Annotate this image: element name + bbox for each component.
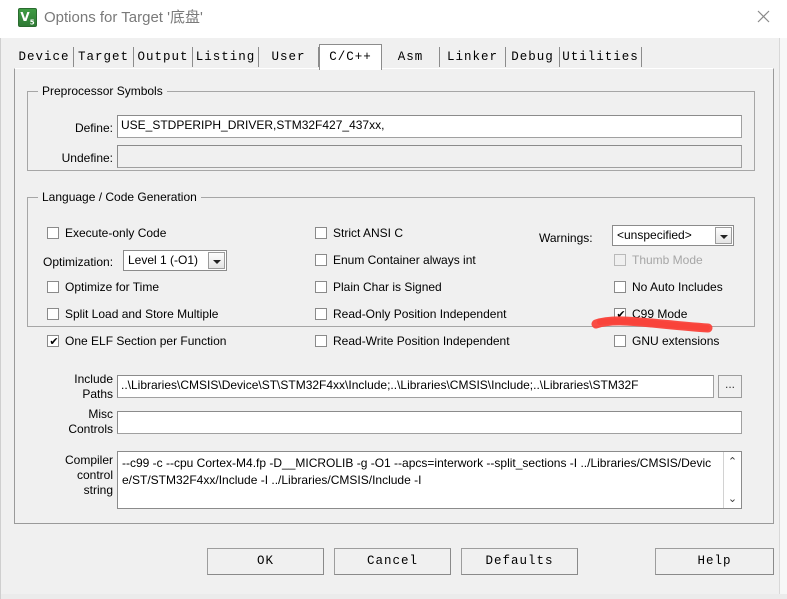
include-paths-input[interactable]: ..\Libraries\CMSIS\Device\ST\STM32F4xx\I… (117, 375, 714, 398)
label-c99-mode: C99 Mode (632, 307, 688, 321)
checkbox-thumb-mode (614, 254, 626, 266)
misc-controls-input[interactable] (117, 411, 742, 434)
misc-controls-label: Misc Controls (45, 407, 113, 437)
compiler-label-line3: string (83, 483, 113, 497)
label-enum-container-always-int: Enum Container always int (333, 253, 476, 267)
scroll-down-icon[interactable]: ⌄ (724, 490, 741, 507)
compiler-control-string-area[interactable]: --c99 -c --cpu Cortex-M4.fp -D__MICROLIB… (117, 451, 742, 509)
chevron-down-icon-warnings[interactable] (715, 227, 732, 244)
label-gnu-extensions: GNU extensions (632, 334, 720, 348)
tab-utilities[interactable]: Utilities (560, 47, 642, 67)
label-one-elf-section-per-function: One ELF Section per Function (65, 334, 227, 348)
checkbox-execute-only-code[interactable] (47, 227, 59, 239)
preprocessor-symbols-legend: Preprocessor Symbols (38, 84, 167, 98)
label-read-write-position-independent: Read-Write Position Independent (333, 334, 510, 348)
undefine-label: Undefine: (61, 151, 113, 165)
include-paths-label: Include Paths (45, 372, 113, 402)
label-no-auto-includes: No Auto Includes (632, 280, 723, 294)
tab-target[interactable]: Target (74, 47, 134, 67)
checkbox-strict-ansi-c[interactable] (315, 227, 327, 239)
checkbox-no-auto-includes[interactable] (614, 281, 626, 293)
optimization-select[interactable]: Level 1 (-O1) (123, 250, 227, 271)
label-thumb-mode: Thumb Mode (632, 253, 703, 267)
checkbox-gnu-extensions[interactable] (614, 335, 626, 347)
options-dialog-window: V5 Options for Target '底盘' Device Target… (0, 0, 787, 599)
checkbox-plain-char-is-signed[interactable] (315, 281, 327, 293)
optimization-label: Optimization: (43, 255, 114, 269)
c-cpp-settings-panel: Preprocessor Symbols Define: USE_STDPERI… (14, 68, 774, 524)
define-label: Define: (74, 121, 113, 135)
optimization-value: Level 1 (-O1) (128, 253, 199, 267)
warnings-value: <unspecified> (617, 228, 692, 242)
ok-button[interactable]: OK (207, 548, 324, 575)
checkbox-optimize-for-time[interactable] (47, 281, 59, 293)
checkbox-read-only-position-independent[interactable] (315, 308, 327, 320)
title-bar: V5 Options for Target '底盘' (0, 0, 787, 38)
tab-strip: Device Target Output Listing User C/C++ … (1, 44, 786, 70)
tab-linker[interactable]: Linker (440, 47, 506, 67)
compiler-control-string-value: --c99 -c --cpu Cortex-M4.fp -D__MICROLIB… (122, 456, 712, 487)
window-title: Options for Target '底盘' (44, 9, 203, 26)
checkbox-split-load-and-store-multiple[interactable] (47, 308, 59, 320)
label-optimize-for-time: Optimize for Time (65, 280, 160, 294)
include-paths-label-line1: Include (74, 372, 113, 386)
compiler-control-string-label: Compiler control string (35, 453, 113, 498)
checkbox-one-elf-section-per-function[interactable]: ✔ (47, 335, 59, 347)
label-execute-only-code: Execute-only Code (65, 226, 167, 240)
checkbox-read-write-position-independent[interactable] (315, 335, 327, 347)
tab-output[interactable]: Output (134, 47, 193, 67)
window-bottom-strip (1, 594, 787, 599)
label-strict-ansi-c: Strict ANSI C (333, 226, 404, 240)
keil-uvision-icon: V5 (18, 8, 37, 27)
include-paths-label-line2: Paths (82, 387, 113, 401)
warnings-select[interactable]: <unspecified> (612, 225, 734, 246)
checkbox-c99-mode[interactable]: ✔ (614, 308, 626, 320)
label-plain-char-is-signed: Plain Char is Signed (333, 280, 442, 294)
label-split-load-and-store-multiple: Split Load and Store Multiple (65, 307, 219, 321)
tab-debug[interactable]: Debug (506, 47, 560, 67)
scroll-up-icon[interactable]: ⌃ (724, 453, 741, 470)
close-button[interactable] (741, 0, 787, 33)
tab-device[interactable]: Device (15, 47, 74, 67)
checkbox-enum-container-always-int[interactable] (315, 254, 327, 266)
defaults-button[interactable]: Defaults (461, 548, 578, 575)
label-read-only-position-independent: Read-Only Position Independent (333, 307, 507, 321)
chevron-down-icon[interactable] (208, 252, 225, 269)
warnings-label: Warnings: (539, 231, 593, 245)
compiler-label-line1: Compiler (64, 453, 113, 467)
define-input[interactable]: USE_STDPERIPH_DRIVER,STM32F427_437xx, (117, 115, 742, 138)
tab-c-cpp[interactable]: C/C++ (319, 44, 382, 70)
window-right-strip (779, 38, 787, 599)
misc-controls-label-line2: Controls (68, 422, 113, 436)
tab-listing[interactable]: Listing (193, 47, 259, 67)
tab-user[interactable]: User (259, 47, 319, 67)
tab-asm[interactable]: Asm (382, 47, 440, 67)
compiler-label-line2: control (76, 468, 113, 482)
help-button[interactable]: Help (655, 548, 774, 575)
cancel-button[interactable]: Cancel (334, 548, 451, 575)
compiler-scrollbar[interactable]: ⌃ ⌄ (723, 452, 741, 508)
undefine-input[interactable] (117, 145, 742, 168)
language-code-generation-legend: Language / Code Generation (38, 190, 201, 204)
misc-controls-label-line1: Misc (88, 407, 113, 421)
include-paths-browse-button[interactable]: ... (718, 375, 742, 398)
